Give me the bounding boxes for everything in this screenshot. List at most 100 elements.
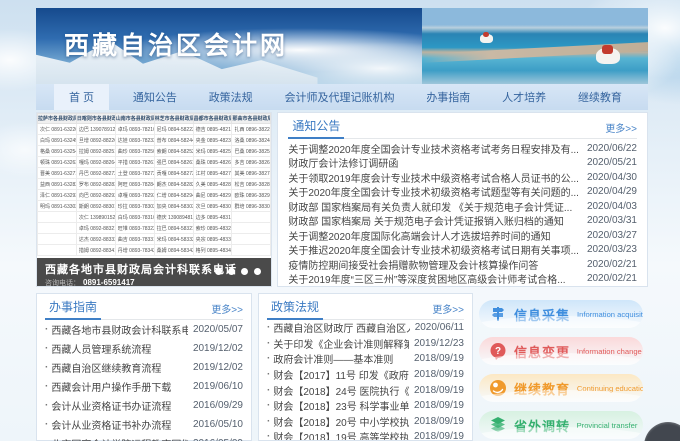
table-row: 措姆 0892-8834173丹增 0893-7834261桑姆 0894-58… [38,245,271,256]
item-date: 2020/05/07 [193,324,243,335]
list-item[interactable]: ·西藏自治区财政厅 西藏自治区人...2020/06/11 [267,320,464,336]
list-item[interactable]: ·西藏人员管理系统流程2019/12/02 [45,339,243,358]
policies-list: ·西藏自治区财政厅 西藏自治区人...2020/06/11·关于印发《企业会计准… [267,320,464,441]
site-title: 西藏自治区会计网 [64,26,288,62]
list-item[interactable]: 关于推迟2020年度全国会计专业技术初级资格考试日期有关事项...2020/03… [288,243,637,258]
guide-title[interactable]: 办事指南 [45,298,101,320]
carousel-dot[interactable] [228,268,235,275]
nav-tab-1[interactable]: 通知公告 [125,84,185,110]
quick-link-layers[interactable]: 省外调转Provincial transfer [479,411,643,439]
list-item[interactable]: ·财会【2018】23号 科学事业单位...2018/09/19 [267,398,464,414]
quick-link-signpost[interactable]: 信息采集Information acquisition [479,300,643,328]
item-date: 2020/04/03 [587,201,637,212]
list-item[interactable]: 财政部 国家档案局有关负责人就印发 《关于规范电子会计凭证...2020/04/… [288,199,637,214]
list-item[interactable]: 财政厅会计法修订调研函2020/05/21 [288,156,637,171]
nav-tab-3[interactable]: 会计师及代理记账机构 [277,84,403,110]
list-item[interactable]: ·会计从业资格证书补办流程2016/05/10 [45,415,243,434]
list-item[interactable]: 关于调整2020年度全国会计专业技术资格考试考务日程安排及有...2020/06… [288,141,637,156]
item-date: 2020/06/22 [587,143,637,154]
item-title: 西藏会计用户操作手册下载 [51,379,188,394]
carousel-dots [215,268,261,275]
table-column-header: 拉萨市各县财政局会计科电话 [38,114,77,124]
table-column-header: 日喀则市各县财政局会计科电话 [76,114,115,124]
nav-tab-4[interactable]: 办事指南 [418,84,478,110]
list-item[interactable]: 财政部 国家档案局 关于规范电子会计凭证报销入账归档的通知2020/03/31 [288,214,637,229]
list-item[interactable]: ·北京国家会计学院远程教育网继续...2016/05/09 [45,434,243,441]
guide-more-link[interactable]: 更多>> [211,301,243,319]
item-date: 2019/12/23 [414,338,464,349]
list-item[interactable]: ·财会【2018】19号 高等学校执行...2018/09/19 [267,429,464,441]
table-cell: 米玛 0894-5833253 [154,234,193,245]
item-title: 关于调整2020年度国际化高端会计人才选拔培养时间的通知 [288,228,579,243]
list-item[interactable]: 关于领取2019年度会计专业技术中级资格考试合格人员证书的公...2020/04… [288,170,637,185]
guide-header: 办事指南 更多>> [45,296,243,320]
mouse-icon [489,379,507,397]
nav-tab-5[interactable]: 人才培养 [494,84,554,110]
list-item[interactable]: 关于2020年度全国会计专业技术初级资格考试题型等有关问题的...2020/04… [288,185,637,200]
list-item[interactable]: 疫情防控期间接受社会捐赠款物管理及会计核算操作问答2020/02/21 [288,257,637,272]
nav-tab-2[interactable]: 政策法规 [201,84,261,110]
item-title: 财会【2018】23号 科学事业单位... [273,398,409,413]
quick-link-question[interactable]: ?信息变更Information change [479,337,643,365]
list-item[interactable]: ·西藏各地市县财政会计科联系电话2020/05/07 [45,320,243,339]
policies-title[interactable]: 政策法规 [267,298,323,320]
item-date: 2016/09/29 [193,400,243,411]
item-date: 2019/12/02 [193,343,243,354]
table-cell: 德吉 0895-4821065 [193,124,232,135]
table-cell [232,223,271,234]
table-cell: 拉姆 0892-8825174 [76,146,115,157]
item-title: 关于2020年度全国会计专业技术初级资格考试题型等有关问题的... [288,184,579,199]
item-title: 财会【2018】20号 中小学校执行... [273,414,409,429]
carousel-dot[interactable] [254,268,261,275]
table-cell: 卓玛 0893-7821036 [115,124,154,135]
carousel-dot[interactable] [241,268,248,275]
table-row: 明玛 0891-6330262斯朗 0892-8830147珍拉 0893-78… [38,201,271,212]
list-item[interactable]: ·财会【2017】11号 印发《政府会...2018/09/19 [267,367,464,383]
table-row: 达杰 0892-8833264曲吉 0893-7833172米玛 0894-58… [38,234,271,245]
item-date: 2020/03/23 [587,244,637,255]
item-title: 疫情防控期间接受社会捐赠款物管理及会计核算操作问答 [288,257,579,272]
list-item[interactable]: 关于2019年度“三区三州”等深度贫困地区高级会计师考试合格...2020/02… [288,272,637,287]
table-column-header: 那曲市各县财政局会计科电话 [232,114,271,124]
list-item[interactable]: ·政府会计准则——基本准则2018/09/19 [267,351,464,367]
policies-more-link[interactable]: 更多>> [432,301,464,319]
item-title: 政府会计准则——基本准则 [273,351,409,366]
item-title: 会计从业资格证书补办流程 [51,417,188,432]
list-item[interactable]: ·财会【2018】20号 中小学校执行...2018/09/19 [267,414,464,430]
list-item[interactable]: ·财会【2018】24号 医院执行《政...2018/09/19 [267,382,464,398]
item-date: 2018/09/19 [414,353,464,364]
item-date: 2020/06/11 [415,322,464,333]
contact-table-carousel[interactable]: 拉萨市各县财政局会计科电话日喀则市各县财政局会计科电话山南市各县财政局会计科电话… [36,112,272,287]
item-title: 西藏人员管理系统流程 [51,341,188,356]
table-cell: 珍拉 0893-7830253 [115,201,154,212]
table-cell: 益西 0891-6328257 [38,179,77,190]
notices-more-link[interactable]: 更多>> [605,120,637,138]
yak-image [596,48,620,64]
table-cell: 措姆 0892-8834173 [76,245,115,256]
notices-title[interactable]: 通知公告 [288,117,344,139]
list-item[interactable]: ·西藏会计用户操作手册下载2019/06/10 [45,377,243,396]
item-date: 2018/09/19 [414,385,464,396]
list-item[interactable]: ·西藏自治区继续教育流程2019/12/02 [45,358,243,377]
carousel-dot[interactable] [215,268,222,275]
table-cell: 尼玛 0894-5822317 [154,124,193,135]
page: 西藏自治区会计网 首 页通知公告政策法规会计师及代理记账机构办事指南人才培养继续… [0,0,680,441]
policies-box: 政策法规 更多>> ·西藏自治区财政厅 西藏自治区人...2020/06/11·… [258,293,473,441]
table-cell: 群培 0896-3830265 [232,201,271,212]
list-item[interactable]: ·关于印发《企业会计准则解释第1...2019/12/23 [267,336,464,352]
carousel-caption: 西藏各地市县财政局会计科联系电话 咨询电话：0891-6591417 [37,258,271,286]
table-cell: 斯朗 0892-8830147 [76,201,115,212]
table-cell: 白玛 0893-7831042 [115,212,154,223]
nav-tab-6[interactable]: 继续教育 [570,84,630,110]
table-cell [38,212,77,223]
quick-link-mouse[interactable]: 继续教育Continuing education [479,374,643,402]
list-item[interactable]: ·会计从业资格证书办证流程2016/09/29 [45,396,243,415]
list-item[interactable]: 关于调整2020年度国际化高端会计人才选拔培养时间的通知2020/03/27 [288,228,637,243]
table-cell: 曲珍 0893-7825062 [115,146,154,157]
nav-tab-0[interactable]: 首 页 [54,84,109,110]
bullet: · [267,431,270,441]
lower-row: 办事指南 更多>> ·西藏各地市县财政会计科联系电话2020/05/07 · 西藏人… [36,293,648,441]
table-cell: 土登 0893-7827214 [115,168,154,179]
floating-widget-button[interactable] [644,422,680,441]
notices-box: 通知公告 更多>> 关于调整2020年度全国会计专业技术资格考试考务日程安排及有… [277,112,648,287]
